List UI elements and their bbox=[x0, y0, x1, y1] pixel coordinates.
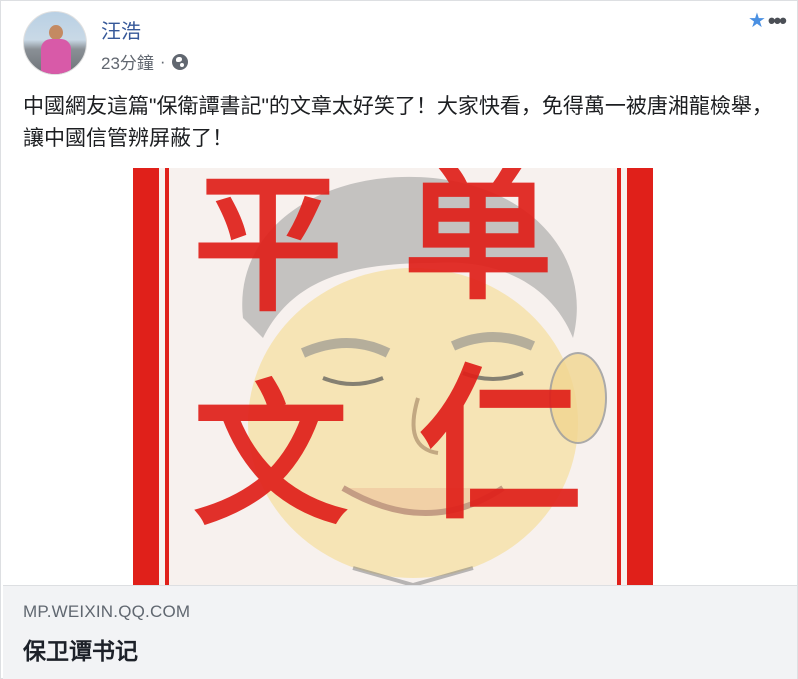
post-header: 汪浩 23分鐘 · ★ ••• bbox=[23, 10, 787, 75]
facebook-post-card: 汪浩 23分鐘 · ★ ••• 中國網友這篇"保衛譚書記"的文章太好笑了！大家快… bbox=[0, 0, 798, 679]
link-title[interactable]: 保卫谭书记 bbox=[23, 632, 138, 666]
frame-right-inner-line bbox=[617, 168, 621, 585]
author-name[interactable]: 汪浩 bbox=[101, 15, 141, 44]
frame-left-border bbox=[133, 168, 159, 585]
globe-icon[interactable] bbox=[171, 53, 188, 70]
post-timestamp[interactable]: 23分鐘 bbox=[101, 49, 154, 74]
avatar[interactable] bbox=[23, 11, 87, 75]
seal-character: 文 bbox=[193, 364, 348, 547]
seal-character: 平 bbox=[193, 168, 344, 333]
link-preview-image[interactable]: 平 单 文 仁 bbox=[3, 168, 797, 585]
frame-right-border bbox=[627, 168, 653, 585]
link-preview-footer[interactable]: MP.WEIXIN.QQ.COM 保卫谭书记 bbox=[3, 585, 797, 679]
post-actions: ★ ••• bbox=[748, 10, 787, 32]
link-domain: MP.WEIXIN.QQ.COM bbox=[23, 602, 191, 621]
avatar-person-head bbox=[49, 25, 63, 40]
seal-image: 平 单 文 仁 bbox=[133, 168, 653, 585]
post-text: 中國網友這篇"保衛譚書記"的文章太好笑了！大家快看，免得萬一被唐湘龍檢舉，讓中國… bbox=[23, 95, 773, 150]
post-meta: 23分鐘 · bbox=[101, 49, 188, 74]
star-icon[interactable]: ★ bbox=[748, 11, 766, 31]
avatar-person-body bbox=[41, 39, 71, 74]
frame-left-inner-line bbox=[165, 168, 169, 585]
seal-character: 单 bbox=[403, 168, 554, 321]
more-options-icon[interactable]: ••• bbox=[768, 10, 787, 32]
seal-character: 仁 bbox=[418, 348, 583, 542]
meta-separator: · bbox=[159, 51, 166, 71]
